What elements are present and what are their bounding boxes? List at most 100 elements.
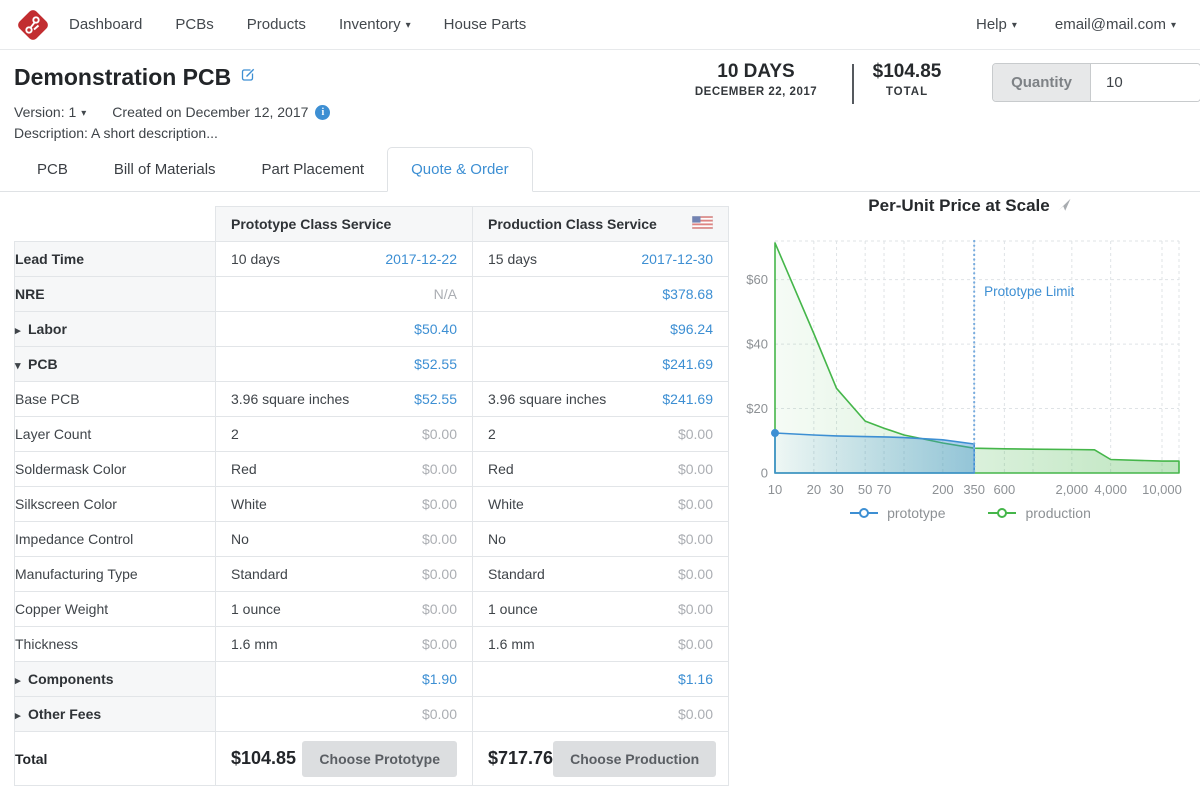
- prototype-cell: Standard$0.00: [216, 557, 473, 592]
- table-row-thickness: Thickness 1.6 mm$0.00 1.6 mm$0.00: [15, 627, 729, 662]
- table-row-labor: ▸Labor $50.40 $96.24: [15, 312, 729, 347]
- nav-item-house-parts[interactable]: House Parts: [444, 16, 527, 33]
- prototype-cell: 1 ounce$0.00: [216, 592, 473, 627]
- price-chart-panel: Per-Unit Price at Scale Prototype Limit 1…: [740, 196, 1200, 521]
- lead-time-summary: 10 DAYS DECEMBER 22, 2017: [686, 61, 826, 98]
- total-row-label: Total: [15, 732, 216, 786]
- choose-prototype-button[interactable]: Choose Prototype: [302, 741, 457, 777]
- table-row-components: ▸Components $1.90 $1.16: [15, 662, 729, 697]
- tab-bar: PCB Bill of Materials Part Placement Quo…: [0, 148, 1200, 192]
- edit-pencil-icon[interactable]: [240, 62, 256, 89]
- prototype-cell: 2$0.00: [216, 417, 473, 452]
- table-row-pcb: ▾PCB $52.55 $241.69: [15, 347, 729, 382]
- production-lead-date-link[interactable]: 2017-12-30: [641, 251, 713, 267]
- version-dropdown[interactable]: Version: 1▾: [14, 104, 86, 120]
- choose-production-button[interactable]: Choose Production: [553, 741, 716, 777]
- blank-header-cell: [15, 207, 216, 242]
- prototype-cell: White$0.00: [216, 487, 473, 522]
- row-label: Thickness: [15, 627, 216, 662]
- row-label: Layer Count: [15, 417, 216, 452]
- production-cell: 2$0.00: [473, 417, 729, 452]
- help-menu[interactable]: Help▾: [976, 16, 1017, 33]
- prototype-lead-date-link[interactable]: 2017-12-22: [385, 251, 457, 267]
- account-menu[interactable]: email@mail.com▾: [1055, 16, 1176, 33]
- expand-other-fees-row[interactable]: ▸Other Fees: [15, 697, 216, 732]
- tab-part-placement[interactable]: Part Placement: [239, 148, 388, 191]
- tab-pcb[interactable]: PCB: [14, 148, 91, 191]
- row-label: Soldermask Color: [15, 452, 216, 487]
- production-cell: $241.69: [473, 347, 729, 382]
- prototype-cell: 10 days2017-12-22: [216, 242, 473, 277]
- prototype-total-cell: $104.85 Choose Prototype: [216, 732, 473, 786]
- svg-text:30: 30: [829, 482, 843, 497]
- top-nav: Dashboard PCBs Products Inventory▾ House…: [0, 0, 1200, 50]
- svg-text:350: 350: [963, 482, 985, 497]
- us-flag-icon: [692, 216, 713, 232]
- description-label: Description: A short description...: [14, 125, 218, 141]
- chevron-right-icon: ▸: [15, 709, 28, 722]
- legend-item-production[interactable]: production: [987, 505, 1090, 521]
- chevron-down-icon: ▾: [1171, 20, 1176, 31]
- production-cell: $1.16: [473, 662, 729, 697]
- chart-legend: prototype production: [740, 505, 1200, 521]
- total-label: TOTAL: [856, 86, 958, 98]
- tab-quote-and-order[interactable]: Quote & Order: [387, 147, 533, 192]
- top-nav-right: Help▾ email@mail.com▾: [976, 16, 1200, 33]
- production-total-amount: $717.76: [488, 748, 553, 769]
- nav-item-pcbs[interactable]: PCBs: [175, 16, 213, 33]
- expand-labor-row[interactable]: ▸Labor: [15, 312, 216, 347]
- svg-text:$40: $40: [746, 337, 768, 352]
- svg-text:200: 200: [932, 482, 954, 497]
- table-row-total: Total $104.85 Choose Prototype $717.76Cho…: [15, 732, 729, 786]
- quantity-group: Quantity: [992, 63, 1200, 102]
- svg-text:Prototype Limit: Prototype Limit: [984, 284, 1074, 299]
- production-cell: $0.00: [473, 697, 729, 732]
- legend-item-prototype[interactable]: prototype: [849, 505, 945, 521]
- nav-item-products[interactable]: Products: [247, 16, 306, 33]
- table-row-impedance-control: Impedance Control No$0.00 No$0.00: [15, 522, 729, 557]
- prototype-total-amount: $104.85: [231, 748, 296, 769]
- quantity-input[interactable]: [1091, 64, 1200, 101]
- production-cell: 1 ounce$0.00: [473, 592, 729, 627]
- prototype-cell: N/A: [216, 277, 473, 312]
- table-row-silkscreen-color: Silkscreen Color White$0.00 White$0.00: [15, 487, 729, 522]
- table-row-base-pcb: Base PCB 3.96 square inches$52.55 3.96 s…: [15, 382, 729, 417]
- production-cell: $378.68: [473, 277, 729, 312]
- production-cell: 1.6 mm$0.00: [473, 627, 729, 662]
- production-column-header: Production Class Service: [473, 207, 729, 242]
- production-cell: No$0.00: [473, 522, 729, 557]
- svg-text:10: 10: [768, 482, 782, 497]
- prototype-cell: $50.40: [216, 312, 473, 347]
- table-row-other-fees: ▸Other Fees $0.00 $0.00: [15, 697, 729, 732]
- production-total-cell: $717.76Choose Production: [473, 732, 729, 786]
- prototype-cell: No$0.00: [216, 522, 473, 557]
- production-cell: 3.96 square inches$241.69: [473, 382, 729, 417]
- prototype-cell: Red$0.00: [216, 452, 473, 487]
- svg-text:20: 20: [807, 482, 821, 497]
- nav-item-dashboard[interactable]: Dashboard: [69, 16, 142, 33]
- quote-table: Prototype Class Service Production Class…: [14, 206, 729, 786]
- row-label: Copper Weight: [15, 592, 216, 627]
- collapse-pcb-row[interactable]: ▾PCB: [15, 347, 216, 382]
- macrofab-logo-icon[interactable]: [14, 6, 52, 44]
- chart-title: Per-Unit Price at Scale: [740, 196, 1200, 222]
- nav-item-inventory[interactable]: Inventory▾: [339, 16, 411, 33]
- row-label: Manufacturing Type: [15, 557, 216, 592]
- table-header-row: Prototype Class Service Production Class…: [15, 207, 729, 242]
- svg-text:600: 600: [994, 482, 1016, 497]
- page-title: Demonstration PCB: [14, 62, 256, 91]
- info-icon[interactable]: i: [315, 105, 330, 120]
- production-cell: Red$0.00: [473, 452, 729, 487]
- row-label: Silkscreen Color: [15, 487, 216, 522]
- chevron-right-icon: ▸: [15, 674, 28, 687]
- total-summary: $104.85 TOTAL: [856, 61, 958, 98]
- expand-components-row[interactable]: ▸Components: [15, 662, 216, 697]
- tab-bill-of-materials[interactable]: Bill of Materials: [91, 148, 239, 191]
- row-label: Lead Time: [15, 242, 216, 277]
- lead-days-value: 10 DAYS: [686, 61, 826, 83]
- table-row-lead-time: Lead Time 10 days2017-12-22 15 days2017-…: [15, 242, 729, 277]
- table-row-nre: NRE N/A $378.68: [15, 277, 729, 312]
- header-divider: [852, 64, 854, 104]
- chevron-down-icon: ▾: [81, 108, 86, 119]
- prototype-cell: 1.6 mm$0.00: [216, 627, 473, 662]
